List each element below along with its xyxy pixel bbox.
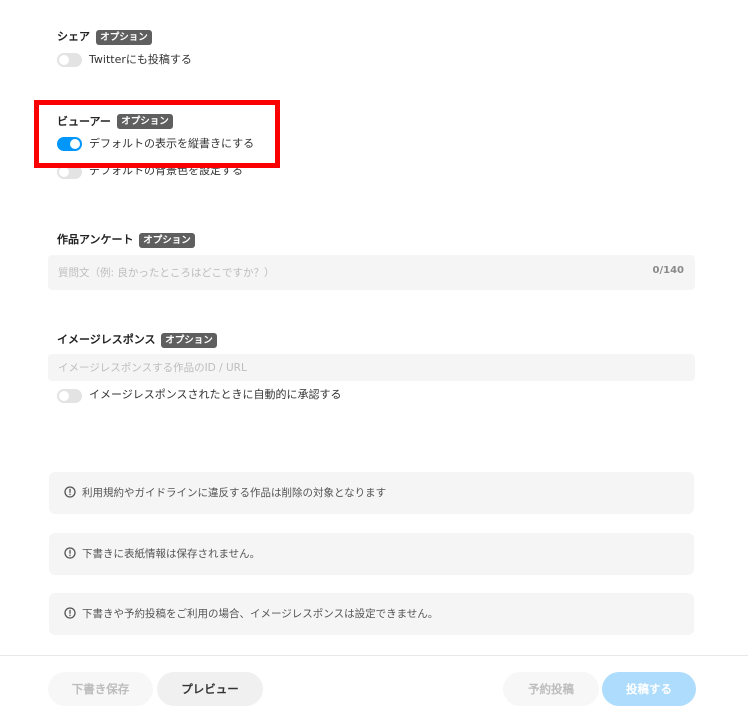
twitter-post-toggle[interactable] (57, 53, 82, 67)
background-color-toggle[interactable] (57, 165, 82, 179)
notice-text: 下書きに表紙情報は保存されません。 (82, 548, 261, 560)
save-draft-button[interactable]: 下書き保存 (48, 672, 153, 706)
viewer-option-badge: オプション (117, 114, 173, 129)
image-response-section-label: イメージレスポンス (57, 333, 156, 346)
share-section-label: シェア (57, 30, 90, 43)
share-option-badge: オプション (96, 30, 152, 45)
toggle-knob (59, 55, 69, 65)
survey-option-badge: オプション (139, 233, 195, 248)
info-circle-icon (64, 486, 76, 498)
image-response-option-badge: オプション (161, 333, 217, 348)
preview-button[interactable]: プレビュー (157, 672, 263, 706)
background-color-toggle-label: デフォルトの背景色を設定する (89, 164, 243, 177)
notice-draft-cover: 下書きに表紙情報は保存されません。 (49, 533, 694, 575)
vertical-writing-toggle-label: デフォルトの表示を縦書きにする (89, 137, 255, 150)
survey-section-label: 作品アンケート (57, 233, 134, 246)
info-circle-icon (64, 547, 76, 559)
notice-guidelines: 利用規約やガイドラインに違反する作品は削除の対象となります (49, 472, 694, 514)
twitter-post-toggle-label: Twitterにも投稿する (89, 53, 192, 66)
notice-image-response-limit: 下書きや予約投稿をご利用の場合、イメージレスポンスは設定できません。 (49, 593, 694, 635)
survey-question-input[interactable] (48, 255, 695, 290)
toggle-knob (59, 391, 69, 401)
info-circle-icon (64, 607, 76, 619)
auto-approve-toggle[interactable] (57, 389, 82, 403)
survey-character-counter: 0/140 (652, 265, 684, 276)
schedule-post-button[interactable]: 予約投稿 (503, 672, 599, 706)
footer-divider (0, 655, 748, 656)
toggle-knob (59, 167, 69, 177)
image-response-id-input[interactable] (48, 354, 695, 381)
notice-text: 利用規約やガイドラインに違反する作品は削除の対象となります (82, 487, 387, 499)
toggle-knob (70, 139, 80, 149)
highlight-annotation-box (34, 100, 280, 168)
auto-approve-toggle-label: イメージレスポンスされたときに自動的に承認する (89, 388, 342, 401)
viewer-section-label: ビューアー (57, 115, 111, 128)
post-button[interactable]: 投稿する (602, 672, 696, 706)
image-response-id-field (48, 354, 695, 381)
survey-question-field: 0/140 (48, 255, 695, 290)
vertical-writing-toggle[interactable] (57, 137, 82, 151)
notice-text: 下書きや予約投稿をご利用の場合、イメージレスポンスは設定できません。 (82, 608, 439, 620)
